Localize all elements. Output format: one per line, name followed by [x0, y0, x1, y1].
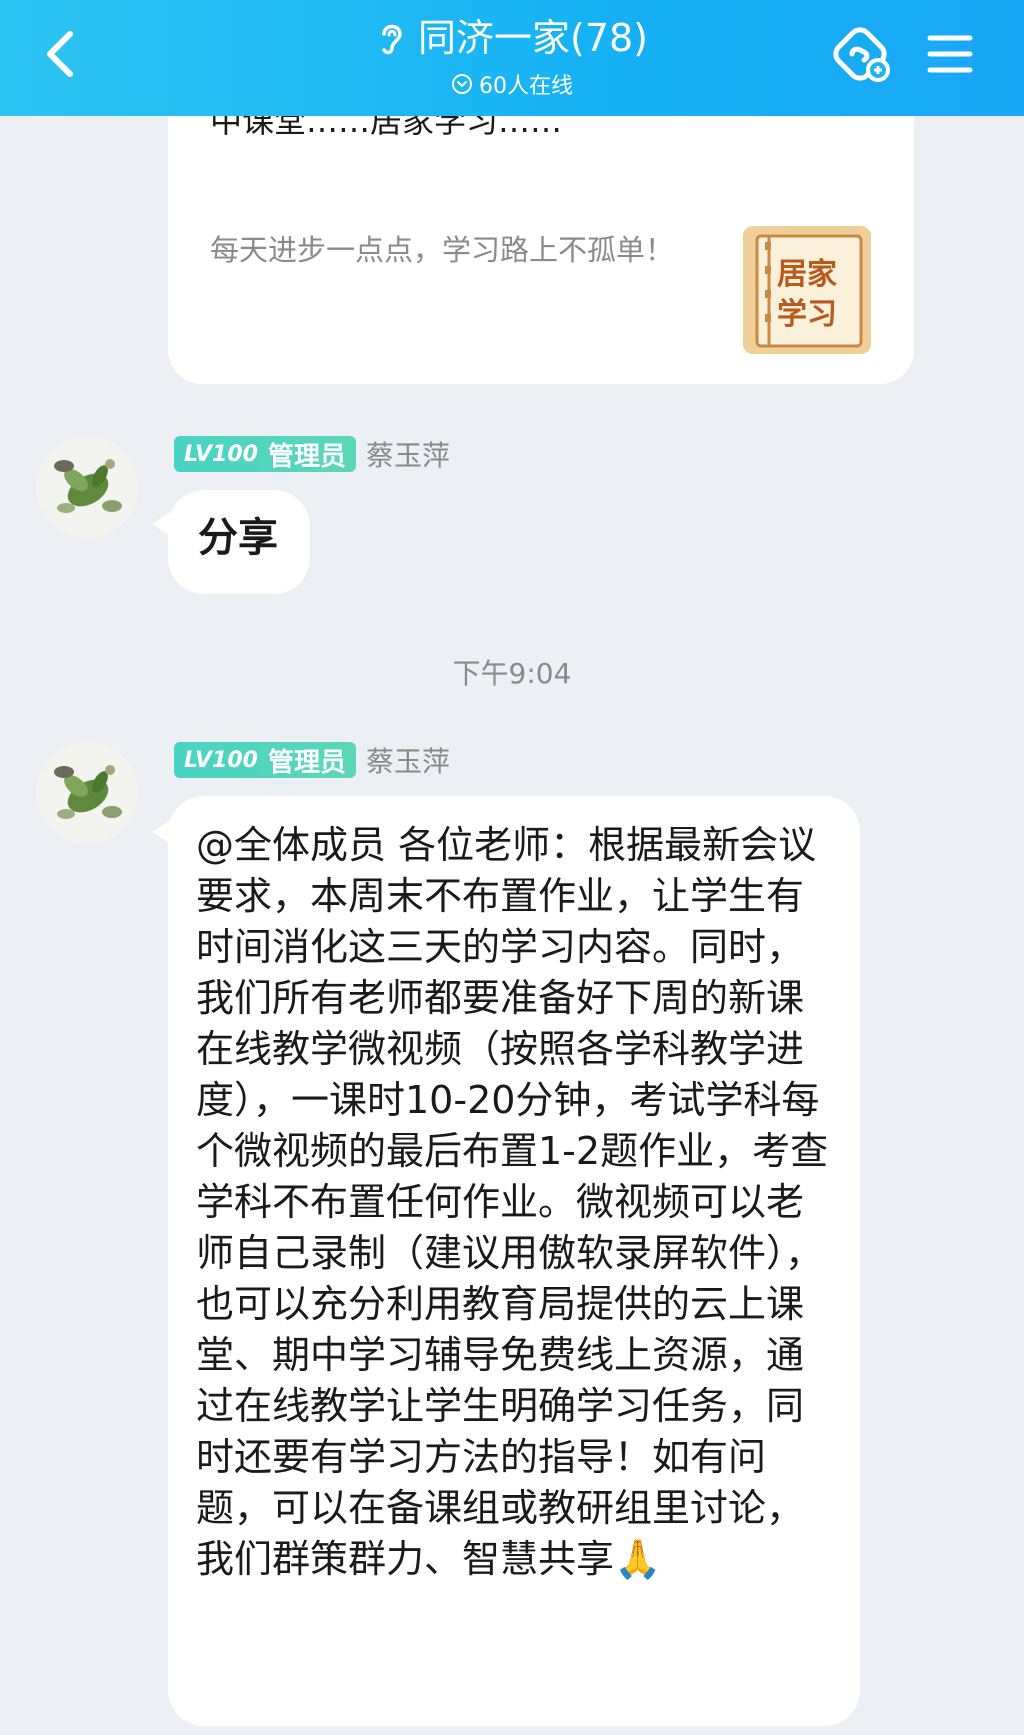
chat-header: 同济一家(78) 60人在线 [0, 0, 1024, 116]
message-bubble[interactable]: @全体成员 各位老师：根据最新会议要求，本周末不布置作业，让学生有时间消化这三天… [168, 796, 860, 1726]
avatar[interactable] [36, 436, 138, 538]
level-tag: LV100 [184, 441, 258, 467]
menu-button[interactable] [924, 28, 976, 80]
chevron-down-circle-icon [452, 74, 472, 94]
card-description: 每天进步一点点，学习路上不孤单！ [210, 233, 675, 267]
sender-name[interactable]: 蔡玉萍 [366, 740, 450, 780]
thumb-text-line1: 居家 [777, 257, 837, 292]
member-badge: LV100 管理员 [174, 742, 356, 778]
plant-avatar-icon [36, 742, 138, 844]
message-bubble[interactable]: 分享 [168, 490, 310, 594]
role-tag: 管理员 [267, 747, 346, 778]
message-text: 分享 [198, 514, 278, 561]
role-tag: 管理员 [267, 441, 346, 472]
ear-icon [382, 24, 402, 55]
phone-call-icon [833, 27, 890, 82]
plant-avatar-icon [36, 436, 138, 538]
message-text: @全体成员 各位老师：根据最新会议要求，本周末不布置作业，让学生有时间消化这三天… [196, 823, 829, 1581]
avatar[interactable] [36, 742, 138, 844]
online-status[interactable]: 60人在线 [451, 68, 573, 100]
sender-info: LV100 管理员 蔡玉萍 [174, 740, 450, 780]
sender-name[interactable]: 蔡玉萍 [366, 434, 450, 474]
level-tag: LV100 [184, 747, 258, 773]
hamburger-menu-icon [927, 35, 973, 73]
group-call-button[interactable] [828, 22, 896, 90]
member-badge: LV100 管理员 [174, 436, 356, 472]
sender-info: LV100 管理员 蔡玉萍 [174, 434, 450, 474]
shared-link-card[interactable]: 中课堂……居家学习…… 每天进步一点点，学习路上不孤单！ 居家 学习 微信 [168, 80, 914, 384]
message-timestamp: 下午9:04 [452, 657, 572, 690]
thumb-text-line2: 学习 [777, 297, 837, 332]
online-count: 60人在线 [479, 74, 573, 99]
card-thumbnail: 居家 学习 [743, 226, 871, 354]
group-title-area[interactable]: 同济一家(78) [376, 14, 648, 62]
group-title: 同济一家(78) [417, 16, 648, 60]
home-study-book-icon: 居家 学习 [743, 226, 871, 354]
